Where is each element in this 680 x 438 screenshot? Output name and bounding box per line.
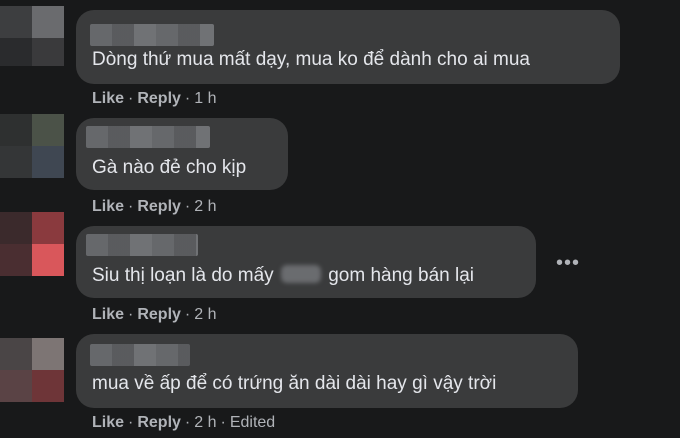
comment-bubble: Dòng thứ mua mất dạy, mua ko để dành cho… bbox=[76, 10, 620, 84]
avatar[interactable] bbox=[0, 114, 64, 178]
author-name-blurred[interactable] bbox=[86, 126, 210, 148]
comment-actions: Like · Reply · 2 h bbox=[92, 306, 217, 324]
avatar[interactable] bbox=[0, 212, 64, 276]
author-name-blurred[interactable] bbox=[86, 234, 198, 256]
like-button[interactable]: Like bbox=[92, 198, 124, 216]
avatar-pixel bbox=[0, 338, 32, 370]
comment-actions: Like · Reply · 1 h bbox=[92, 90, 217, 108]
avatar-pixel bbox=[0, 6, 32, 38]
avatar-pixel bbox=[0, 212, 32, 244]
avatar-pixel bbox=[0, 38, 32, 66]
timestamp[interactable]: 2 h bbox=[194, 414, 216, 432]
timestamp[interactable]: 2 h bbox=[194, 198, 216, 216]
reply-button[interactable]: Reply bbox=[137, 90, 181, 108]
avatar-pixel bbox=[32, 146, 64, 178]
reply-button[interactable]: Reply bbox=[137, 198, 181, 216]
avatar-pixel bbox=[32, 6, 64, 38]
reply-button[interactable]: Reply bbox=[137, 414, 181, 432]
more-options-icon[interactable]: ••• bbox=[556, 252, 580, 275]
separator: · bbox=[128, 198, 134, 215]
comment-text-after: gom hàng bán lại bbox=[328, 265, 475, 286]
separator: · bbox=[128, 414, 134, 431]
censored-word bbox=[280, 265, 321, 283]
separator: · bbox=[128, 90, 134, 107]
separator: · bbox=[184, 198, 191, 215]
comment-text: Siu thị loạn là do mấy gom hàng bán lại bbox=[92, 264, 474, 288]
avatar-pixel bbox=[0, 370, 32, 402]
separator: · bbox=[184, 306, 191, 323]
avatar-pixel bbox=[32, 212, 64, 244]
avatar-pixel bbox=[32, 370, 64, 402]
comment-bubble: mua về ấp để có trứng ăn dài dài hay gì … bbox=[76, 334, 578, 408]
like-button[interactable]: Like bbox=[92, 90, 124, 108]
comment-text-before: Siu thị loạn là do mấy bbox=[92, 265, 274, 286]
comment-actions: Like · Reply · 2 h · Edited bbox=[92, 414, 275, 432]
timestamp[interactable]: 2 h bbox=[194, 306, 216, 324]
comment-actions: Like · Reply · 2 h bbox=[92, 198, 217, 216]
author-name-blurred[interactable] bbox=[90, 24, 214, 46]
like-button[interactable]: Like bbox=[92, 414, 124, 432]
like-button[interactable]: Like bbox=[92, 306, 124, 324]
comment-text: mua về ấp để có trứng ăn dài dài hay gì … bbox=[92, 373, 497, 394]
separator: · bbox=[184, 90, 191, 107]
timestamp[interactable]: 1 h bbox=[194, 90, 216, 108]
author-name-blurred[interactable] bbox=[90, 344, 190, 366]
comment-bubble: Gà nào đẻ cho kịp bbox=[76, 118, 288, 190]
comment-bubble: Siu thị loạn là do mấy gom hàng bán lại bbox=[76, 226, 536, 298]
comment-text: Dòng thứ mua mất dạy, mua ko để dành cho… bbox=[92, 49, 531, 70]
avatar-pixel bbox=[0, 244, 32, 276]
separator: · bbox=[184, 414, 191, 431]
avatar-pixel bbox=[32, 244, 64, 276]
avatar-pixel bbox=[0, 146, 32, 178]
avatar-pixel bbox=[32, 114, 64, 146]
avatar[interactable] bbox=[0, 6, 64, 66]
avatar-pixel bbox=[32, 338, 64, 370]
separator: · bbox=[220, 414, 226, 431]
edited-label[interactable]: Edited bbox=[230, 414, 275, 432]
avatar-pixel bbox=[32, 38, 64, 66]
separator: · bbox=[128, 306, 134, 323]
comment-text: Gà nào đẻ cho kịp bbox=[92, 157, 247, 178]
avatar-pixel bbox=[0, 114, 32, 146]
avatar[interactable] bbox=[0, 338, 64, 402]
reply-button[interactable]: Reply bbox=[137, 306, 181, 324]
